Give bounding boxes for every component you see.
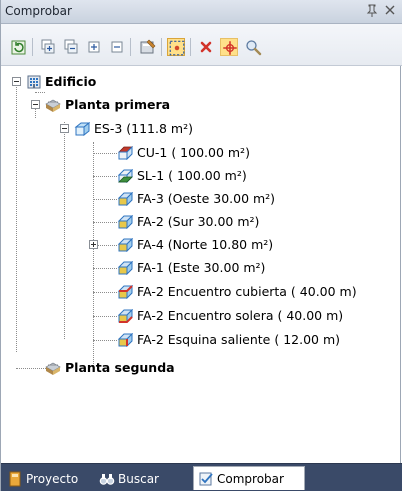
tree-node-cu-1[interactable]: CU-1 ( 100.00 m²) [1,143,301,163]
building-icon [26,75,42,89]
tree-node-label: FA-4 (Norte 10.80 m²) [137,237,274,252]
tab-comprobar[interactable]: Comprobar [193,466,305,490]
delete-icon[interactable] [197,38,215,56]
tree-node-label: Planta primera [65,97,171,112]
collapse-toggle-icon[interactable] [12,77,21,86]
center-icon[interactable] [220,38,238,56]
close-icon[interactable] [384,3,396,17]
tab-buscar[interactable]: Buscar [99,469,185,489]
collapse-level-icon[interactable] [108,38,126,56]
facade-icon [117,192,133,206]
tree-node-es-3[interactable]: ES-3 (111.8 m²) [1,119,221,139]
slab-icon [117,169,133,183]
refresh-icon[interactable] [10,38,28,56]
tree-node-label: CU-1 ( 100.00 m²) [137,145,250,160]
collapse-toggle-icon[interactable] [60,124,69,133]
facade-icon [117,261,133,275]
panel-title-bar: Comprobar [1,0,402,24]
tree-node-fa-3[interactable]: FA-3 (Oeste 30.00 m²) [1,189,301,209]
tree-node-label: Planta segunda [65,360,175,375]
tree-node-fa-2-encuentro-cubierta[interactable]: FA-2 Encuentro cubierta ( 40.00 m) [1,282,357,302]
space-cube-icon [74,122,90,136]
tree-node-planta-segunda[interactable]: Planta segunda [1,358,221,378]
tree-node-fa-2-encuentro-solera[interactable]: FA-2 Encuentro solera ( 40.00 m) [1,306,343,326]
properties-icon[interactable] [139,38,157,56]
tree-node-planta-primera[interactable]: Planta primera [1,95,221,115]
junction-slab-icon [117,309,133,323]
project-book-icon [7,471,23,487]
tree-view: Edificio Planta primera ES-3 (111.8 m²) … [1,66,402,463]
tab-label: Proyecto [26,472,79,486]
tree-node-fa-4[interactable]: FA-4 (Norte 10.80 m²) [1,235,301,255]
tree-node-fa-2-esquina-saliente[interactable]: FA-2 Esquina saliente ( 12.00 m) [1,330,340,350]
tab-proyecto[interactable]: Proyecto [7,469,93,489]
check-panel: Comprobar Edificio Planta primera ES-3 (… [0,0,402,491]
pin-icon[interactable] [366,4,378,18]
tab-label: Comprobar [217,472,284,486]
tree-node-fa-1[interactable]: FA-1 (Este 30.00 m²) [1,258,301,278]
junction-roof-icon [117,285,133,299]
tree-node-label: FA-2 Encuentro cubierta ( 40.00 m) [137,284,357,299]
tree-guide [35,92,45,93]
corner-icon [117,333,133,347]
tree-node-fa-2-sur[interactable]: FA-2 (Sur 30.00 m²) [1,212,301,232]
floor-icon [45,98,61,112]
facade-icon [117,215,133,229]
roof-icon [117,146,133,160]
collapse-toggle-icon[interactable] [31,100,40,109]
check-icon [198,471,214,487]
toolbar-separator [32,38,33,56]
tree-node-edificio[interactable]: Edificio [1,72,201,92]
toolbar-separator [161,38,162,56]
tree-node-label: FA-2 (Sur 30.00 m²) [137,214,260,229]
select-region-icon[interactable] [167,38,185,56]
facade-icon [117,238,133,252]
toolbar-separator [190,38,191,56]
collapse-all-icon[interactable] [62,38,80,56]
tree-node-label: SL-1 ( 100.00 m²) [137,168,247,183]
floor-icon [45,361,61,375]
tree-node-label: FA-3 (Oeste 30.00 m²) [137,191,276,206]
toolbar [1,24,402,66]
expand-toggle-icon[interactable] [89,240,98,249]
toolbar-separator [130,38,131,56]
expand-all-icon[interactable] [39,38,57,56]
tree-node-label: FA-2 Esquina saliente ( 12.00 m) [137,332,341,347]
tree-node-sl-1[interactable]: SL-1 ( 100.00 m²) [1,166,301,186]
tree-node-label: ES-3 (111.8 m²) [94,121,193,136]
zoom-icon[interactable] [244,38,262,56]
binoculars-icon [99,471,115,487]
tree-node-label: FA-2 Encuentro solera ( 40.00 m) [137,308,344,323]
panel-title: Comprobar [5,4,72,18]
tree-node-label: Edificio [45,74,97,89]
tab-label: Buscar [118,472,159,486]
tree-node-label: FA-1 (Este 30.00 m²) [137,260,266,275]
panel-tab-strip: Proyecto Buscar Comprobar [1,463,402,491]
expand-level-icon[interactable] [85,38,103,56]
